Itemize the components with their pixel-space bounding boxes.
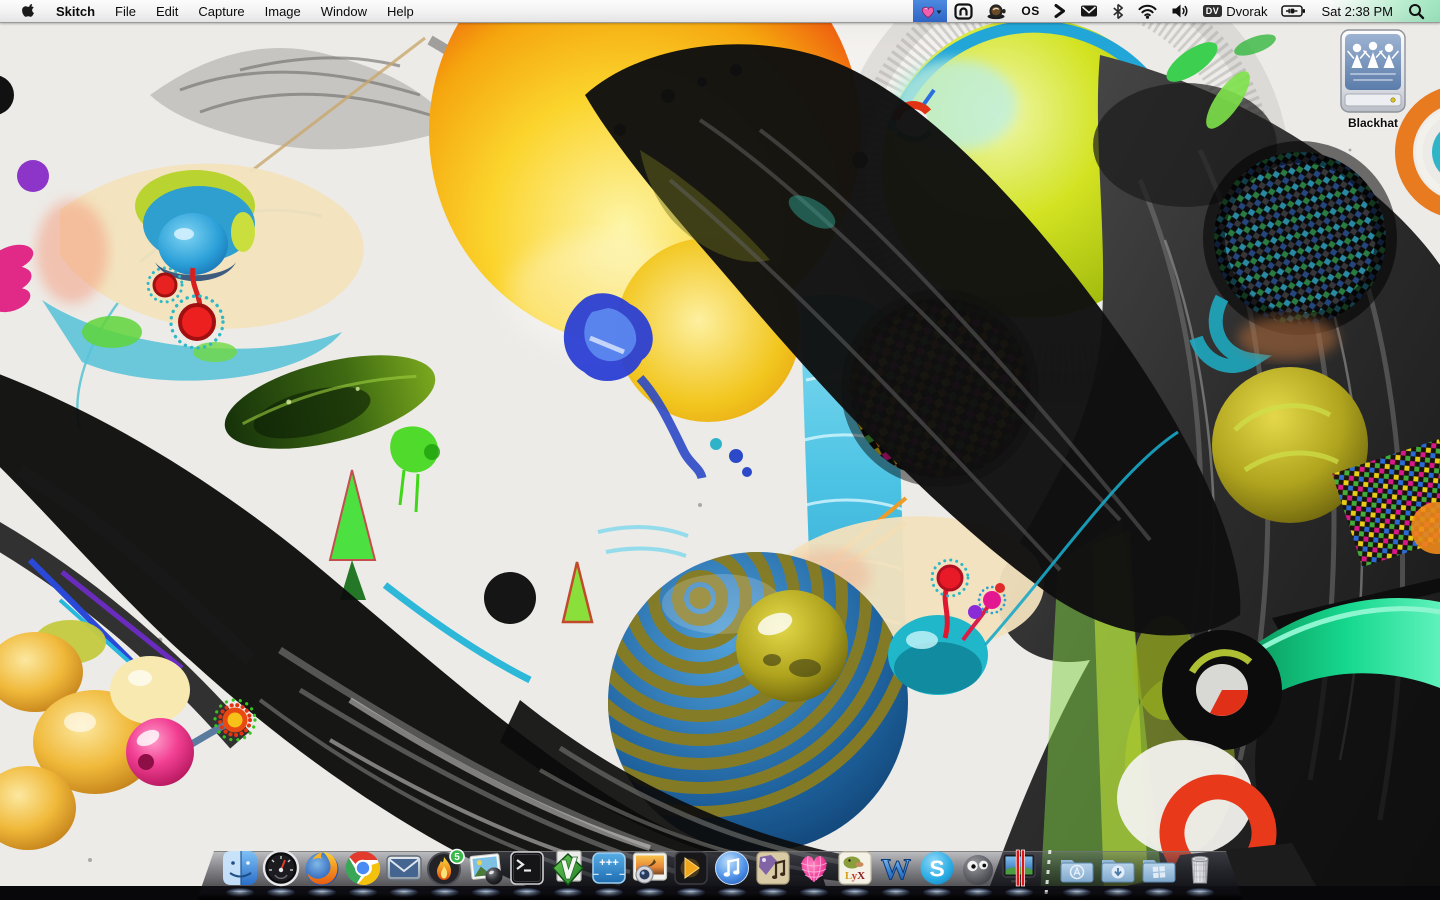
menu-file[interactable]: File bbox=[105, 0, 146, 22]
menu-help[interactable]: Help bbox=[377, 0, 424, 22]
menu-window[interactable]: Window bbox=[311, 0, 377, 22]
menu-app-skitch[interactable]: Skitch bbox=[46, 0, 105, 22]
dock-music-tag-app-icon[interactable] bbox=[753, 848, 793, 888]
desktop-icon-label: Blackhat bbox=[1347, 116, 1399, 130]
dock-separator bbox=[1040, 846, 1056, 894]
svg-text:S: S bbox=[929, 856, 944, 882]
svg-text:5: 5 bbox=[454, 852, 460, 863]
menu-bar-status: OS DV Dvorak Sat 2:38 PM bbox=[913, 0, 1440, 22]
apple-menu[interactable] bbox=[12, 0, 46, 22]
dock-firefox-icon[interactable] bbox=[302, 848, 342, 888]
input-source-badge: DV bbox=[1202, 5, 1223, 17]
heart-glyph-icon bbox=[922, 6, 942, 18]
dock-iphoto-icon[interactable] bbox=[630, 848, 670, 888]
bluetooth-icon[interactable] bbox=[1105, 0, 1131, 22]
dock-microsoft-word-icon[interactable]: W bbox=[876, 848, 916, 888]
dock-flame-app-icon[interactable]: 5 bbox=[425, 848, 465, 888]
menu-list: File Edit Capture Image Window Help bbox=[105, 0, 424, 22]
dock-skitch-photo-app-icon[interactable] bbox=[466, 848, 506, 888]
svg-text:− − −: − − − bbox=[592, 870, 625, 882]
dock-downloads-folder[interactable] bbox=[1098, 848, 1138, 888]
menu-bar-left: Skitch File Edit Capture Image Window Help bbox=[0, 0, 424, 22]
dock-skype-icon[interactable]: S bbox=[917, 848, 957, 888]
dock-dashboard-icon[interactable] bbox=[261, 848, 301, 888]
dock-macvim-icon[interactable] bbox=[548, 848, 588, 888]
dock-finder-icon[interactable] bbox=[220, 848, 260, 888]
menu-capture[interactable]: Capture bbox=[188, 0, 254, 22]
desktop-icon-blackhat[interactable]: Blackhat bbox=[1332, 28, 1414, 130]
dock: 5 +++ − − − LyX W S bbox=[198, 846, 1242, 900]
dock-lyx-icon[interactable]: LyX bbox=[835, 848, 875, 888]
window-app-icon[interactable] bbox=[947, 0, 980, 22]
dock-front-edge bbox=[198, 892, 1242, 900]
svg-text:W: W bbox=[881, 853, 911, 886]
spotlight-search-icon[interactable] bbox=[1401, 0, 1432, 22]
menu-image[interactable]: Image bbox=[255, 0, 311, 22]
wallpaper-art bbox=[0, 0, 1440, 900]
skitch-heart-icon[interactable] bbox=[913, 0, 948, 22]
network-drive-icon bbox=[1340, 29, 1406, 113]
volume-icon[interactable] bbox=[1164, 0, 1196, 22]
dock-chrome-icon[interactable] bbox=[343, 848, 383, 888]
input-source-menu[interactable]: DV Dvorak bbox=[1196, 0, 1275, 22]
dock-trash[interactable] bbox=[1180, 848, 1220, 888]
dock-itunes-icon[interactable] bbox=[712, 848, 752, 888]
dock-applications-folder[interactable] bbox=[1057, 848, 1097, 888]
dock-windows-folder[interactable] bbox=[1139, 848, 1179, 888]
chevron-right-icon[interactable] bbox=[1047, 0, 1073, 22]
apple-logo-icon bbox=[22, 3, 34, 17]
dock-terminal-icon[interactable] bbox=[507, 848, 547, 888]
svg-text:+++: +++ bbox=[599, 858, 619, 870]
dock-plex-icon[interactable] bbox=[671, 848, 711, 888]
dock-parallels-desktop-icon[interactable] bbox=[999, 848, 1039, 888]
menu-edit[interactable]: Edit bbox=[146, 0, 188, 22]
dock-mail-app-icon[interactable] bbox=[384, 848, 424, 888]
dock-diff-app-icon[interactable]: +++ − − − bbox=[589, 848, 629, 888]
menu-bar: Skitch File Edit Capture Image Window Help bbox=[0, 0, 1440, 23]
dock-heart-wireframe-app-icon[interactable] bbox=[794, 848, 834, 888]
clock[interactable]: Sat 2:38 PM bbox=[1313, 4, 1401, 19]
dock-world-of-goo-icon[interactable] bbox=[958, 848, 998, 888]
os-status-icon[interactable]: OS bbox=[1014, 0, 1046, 22]
input-source-label: Dvorak bbox=[1226, 3, 1268, 19]
mail-status-icon[interactable] bbox=[1073, 0, 1105, 22]
caffeine-cup-icon[interactable] bbox=[980, 0, 1014, 22]
wifi-icon[interactable] bbox=[1131, 0, 1164, 22]
battery-charging-icon[interactable] bbox=[1274, 0, 1313, 22]
svg-text:LyX: LyX bbox=[845, 870, 865, 882]
